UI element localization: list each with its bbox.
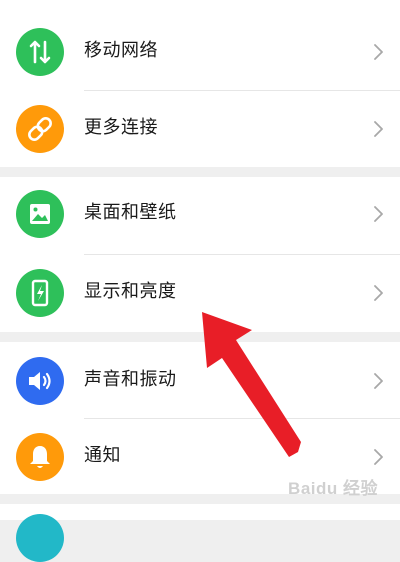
chevron-right-icon (372, 42, 386, 62)
settings-row-desktop-wallpaper[interactable]: 桌面和壁纸 (0, 172, 400, 254)
link-icon (16, 105, 64, 153)
chevron-right-icon (372, 447, 386, 467)
settings-row-label: 移动网络 (84, 40, 158, 61)
settings-row-label: 桌面和壁纸 (84, 202, 177, 223)
settings-row-mobile-network[interactable]: 移动网络 (0, 10, 400, 92)
chevron-right-icon (372, 371, 386, 391)
settings-row-label: 显示和亮度 (84, 281, 177, 302)
settings-row-label: 通知 (84, 445, 121, 466)
display-brightness-icon (16, 269, 64, 317)
settings-group-next-partial (0, 504, 400, 562)
partial-icon (16, 514, 64, 562)
watermark: Baidu 经验 (288, 479, 378, 498)
chevron-right-icon (372, 119, 386, 139)
settings-row-sound-vibration[interactable]: 声音和振动 (0, 339, 400, 421)
chevron-right-icon (372, 283, 386, 303)
settings-row-label: 更多连接 (84, 117, 158, 138)
speaker-icon (16, 357, 64, 405)
wallpaper-image-icon (16, 190, 64, 238)
mobile-network-icon (16, 28, 64, 76)
settings-group-sound: 声音和振动 通知 (0, 342, 400, 494)
bell-icon (16, 433, 64, 481)
settings-row-display-brightness[interactable]: 显示和亮度 (0, 251, 400, 333)
chevron-right-icon (372, 204, 386, 224)
settings-group-connections: 移动网络 更多连接 (0, 0, 400, 167)
settings-row-more-connections[interactable]: 更多连接 (0, 87, 400, 169)
settings-row-label: 声音和振动 (84, 369, 177, 390)
settings-group-display: 桌面和壁纸 显示和亮度 (0, 177, 400, 332)
